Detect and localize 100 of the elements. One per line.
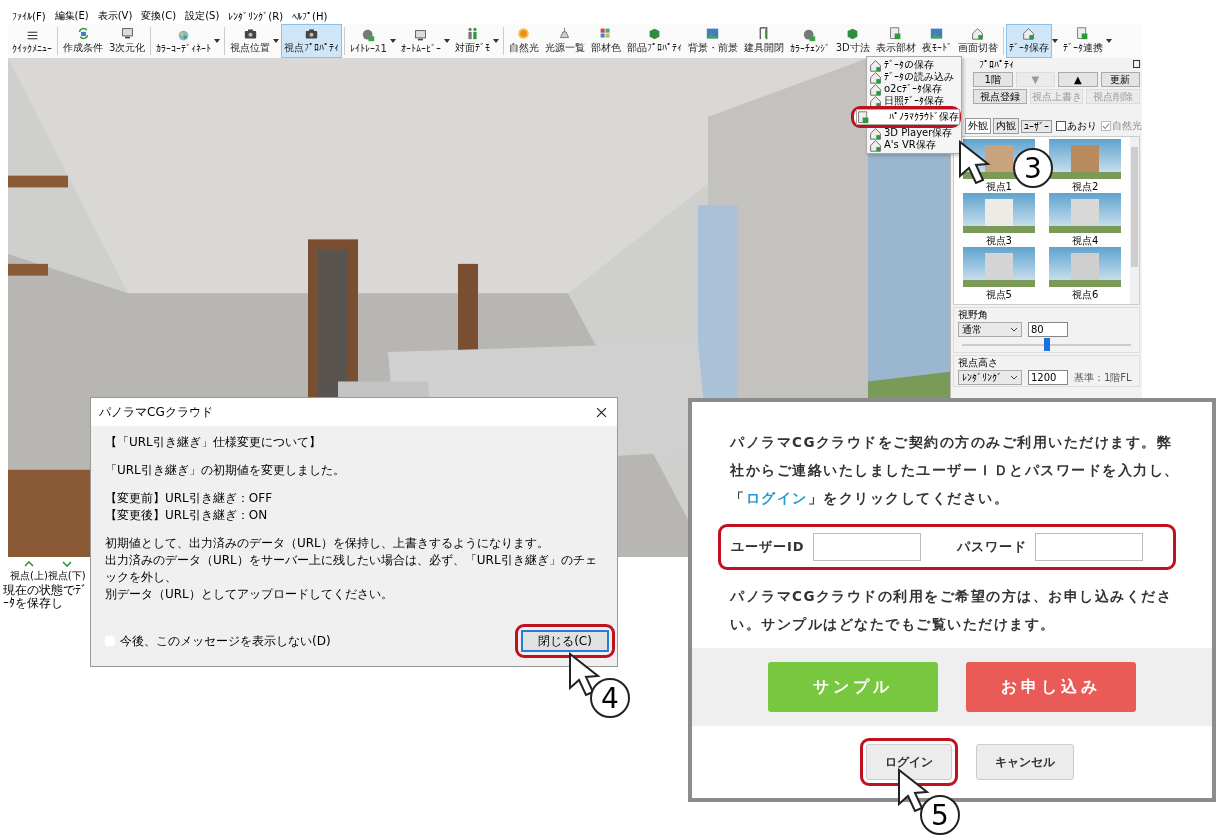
picture-icon bbox=[706, 27, 720, 40]
menu-item[interactable]: o2cﾃﾞｰﾀ保存 bbox=[867, 83, 961, 95]
instruction-text: パノラマCGクラウドをご契約の方のみご利用いただけます。弊社からご連絡いたしましたユーザーＩＤとパスワードを入力し、「ログイン」をクリックしてください。 bbox=[730, 433, 1181, 508]
step-number: 5 bbox=[920, 795, 960, 835]
thumbnail-label: 視点1 bbox=[985, 180, 1012, 193]
panel-button[interactable]: 視点登録 bbox=[973, 89, 1027, 104]
menu-item[interactable]: A's VR保存 bbox=[867, 139, 961, 151]
scrollbar[interactable] bbox=[1130, 137, 1139, 304]
menu-item[interactable]: 変換(C) bbox=[141, 9, 177, 23]
toolbar-button[interactable]: 建具開閉 bbox=[740, 24, 787, 58]
thumbnail-label: 視点2 bbox=[1072, 180, 1099, 193]
dropdown-caret-icon[interactable] bbox=[273, 39, 280, 43]
input-field[interactable]: 80 bbox=[1028, 322, 1068, 337]
message-text: 出力済みのデータ（URL）をサーバー上に残したい場合は、必ず、「URL引き継ぎ」のチェックを外し、 bbox=[105, 552, 598, 586]
house-icon bbox=[971, 27, 985, 40]
monitor-icon bbox=[414, 28, 428, 42]
palette-icon bbox=[177, 28, 191, 42]
swatch-icon bbox=[599, 27, 613, 40]
menu-item[interactable]: 編集(E) bbox=[54, 9, 89, 23]
picture-icon bbox=[930, 27, 944, 40]
document-icon bbox=[1076, 27, 1090, 40]
toolbar-button[interactable]: 部材色 bbox=[587, 24, 624, 58]
menu-item[interactable]: ﾍﾙﾌﾟ(H) bbox=[292, 10, 328, 22]
toolbar-button[interactable]: 視点ﾌﾟﾛﾊﾟﾃｨ bbox=[281, 24, 343, 58]
dialog-title: パノラマCGクラウド bbox=[99, 403, 213, 421]
menu-item[interactable]: 表示(V) bbox=[97, 9, 133, 23]
message-text: 【「URL引き継ぎ」仕様変更について】 bbox=[105, 434, 322, 451]
sun-icon bbox=[517, 27, 531, 40]
toolbar-button[interactable]: ﾚｲﾄﾚｰｽ1 bbox=[347, 24, 390, 58]
login-button[interactable]: ログイン bbox=[866, 744, 952, 780]
toolbar-button[interactable]: 対面ﾃﾞﾓ bbox=[451, 24, 493, 58]
toolbar-button[interactable]: ｵｰﾄﾑｰﾋﾞｰ bbox=[397, 24, 444, 58]
house-icon bbox=[869, 82, 882, 96]
toolbar-button[interactable]: ｸｲｯｸﾒﾆｭｰ bbox=[9, 24, 55, 58]
nav-button[interactable]: 視点(下) bbox=[47, 561, 86, 583]
toolbar-button[interactable]: ｶﾗｰｺｰﾃﾞｨﾈｰﾄ bbox=[153, 24, 215, 58]
toolbar-button[interactable]: 画面切替 bbox=[954, 24, 1001, 58]
caret-icon bbox=[1010, 375, 1018, 380]
dropdown-caret-icon[interactable] bbox=[1051, 39, 1058, 43]
dropdown-caret-icon[interactable] bbox=[214, 39, 221, 43]
toolbar-button[interactable]: 3D寸法 bbox=[832, 24, 873, 58]
lamp-icon bbox=[558, 27, 572, 40]
password-field[interactable] bbox=[1034, 533, 1143, 561]
checkbox[interactable] bbox=[1056, 121, 1066, 131]
panel-button[interactable]: ▲ bbox=[1058, 72, 1098, 87]
cancel-button[interactable]: キャンセル bbox=[976, 744, 1074, 780]
message-text: 【変更後】URL引き継ぎ：ON bbox=[105, 507, 269, 524]
panel-title: ﾌﾟﾛﾊﾟﾃｨ bbox=[979, 58, 1014, 70]
camera-icon bbox=[243, 27, 257, 40]
toolbar-button[interactable]: 自然光 bbox=[505, 24, 542, 58]
status-text: 現在の状態でﾃﾞｰﾀを保存し bbox=[3, 584, 88, 610]
document-icon bbox=[857, 110, 870, 124]
menu-item[interactable]: ﾃﾞｰﾀの読み込み bbox=[867, 71, 961, 83]
checkbox-label: 今後、このメッセージを表示しない(D) bbox=[120, 632, 331, 650]
toolbar-button[interactable]: 3次元化 bbox=[106, 24, 149, 58]
message-text: 【変更前】URL引き継ぎ：OFF bbox=[105, 490, 274, 507]
toolbar-button[interactable]: 部品ﾌﾟﾛﾊﾟﾃｨ bbox=[623, 24, 685, 58]
check-icon bbox=[1102, 122, 1110, 130]
checkbox-label: 自然光 bbox=[1112, 119, 1142, 133]
menu-item[interactable]: 3D Player保存 bbox=[867, 127, 961, 139]
menu-item[interactable]: ﾚﾝﾀﾞﾘﾝｸﾞ(R) bbox=[228, 10, 284, 22]
toolbar-button[interactable]: 作成条件 bbox=[60, 24, 106, 58]
dropdown-caret-icon[interactable] bbox=[492, 39, 499, 43]
message-text: 初期値として、出力済みのデータ（URL）を保持し、上書きするようになります。 bbox=[105, 535, 550, 552]
panel-tab[interactable]: 外観 bbox=[965, 118, 991, 134]
panel-button[interactable]: 1階 bbox=[973, 72, 1013, 87]
application-text: パノラマCGクラウドの利用をご希望の方は、お申し込みください。サンプルはどなたでもご覧いただけます。 bbox=[730, 587, 1174, 634]
arrows-icon bbox=[76, 27, 90, 40]
group-title: 視野角 bbox=[958, 309, 989, 321]
menu-item[interactable]: 設定(S) bbox=[185, 9, 220, 23]
dropdown-caret-icon[interactable] bbox=[1105, 39, 1112, 43]
toolbar-button[interactable]: ﾃﾞｰﾀ保存 bbox=[1005, 24, 1052, 58]
close-button[interactable]: 閉じる(C) bbox=[521, 630, 609, 652]
panel-button[interactable]: 更新 bbox=[1100, 72, 1140, 87]
cube-icon bbox=[846, 27, 860, 40]
slider-thumb[interactable] bbox=[1043, 338, 1050, 351]
user-id-field[interactable] bbox=[812, 533, 921, 561]
thumbnail-label: 視点3 bbox=[985, 234, 1012, 247]
menu-item[interactable]: ﾌｧｲﾙ(F) bbox=[12, 10, 46, 22]
input-field[interactable]: 1200 bbox=[1028, 370, 1068, 385]
house-icon bbox=[869, 126, 882, 140]
house-icon bbox=[869, 70, 882, 84]
dropdown-caret-icon[interactable] bbox=[389, 39, 396, 43]
nav-button[interactable]: 視点(上) bbox=[10, 561, 48, 583]
dropdown-caret-icon[interactable] bbox=[443, 39, 450, 43]
field-label: ユーザーID bbox=[731, 538, 805, 556]
menu-item[interactable]: ﾃﾞｰﾀの保存 bbox=[867, 59, 961, 71]
toolbar-button[interactable]: 背景・前景 bbox=[684, 24, 741, 58]
select-field[interactable]: ﾚﾝﾀﾞﾘﾝｸﾞ bbox=[958, 370, 1022, 385]
toolbar-button[interactable]: ﾃﾞｰﾀ連携 bbox=[1059, 24, 1106, 58]
pin-icon[interactable] bbox=[1133, 60, 1140, 68]
thumbnail-label: 視点4 bbox=[1072, 234, 1099, 247]
select-field[interactable]: 通常 bbox=[958, 322, 1022, 337]
panel-tab[interactable]: ﾕｰｻﾞｰ bbox=[1021, 119, 1052, 133]
toolbar-button[interactable]: ｶﾗｰﾁｪﾝｼﾞ bbox=[786, 24, 833, 58]
panel-tab[interactable]: 内観 bbox=[993, 118, 1019, 134]
toolbar-button[interactable]: 視点位置 bbox=[227, 24, 274, 58]
toolbar-button[interactable]: 光源一覧 bbox=[541, 24, 588, 58]
step-number: 4 bbox=[590, 678, 630, 718]
menu-item[interactable]: ﾊﾟﾉﾗﾏｸﾗｳﾄﾞ保存 bbox=[856, 109, 960, 125]
